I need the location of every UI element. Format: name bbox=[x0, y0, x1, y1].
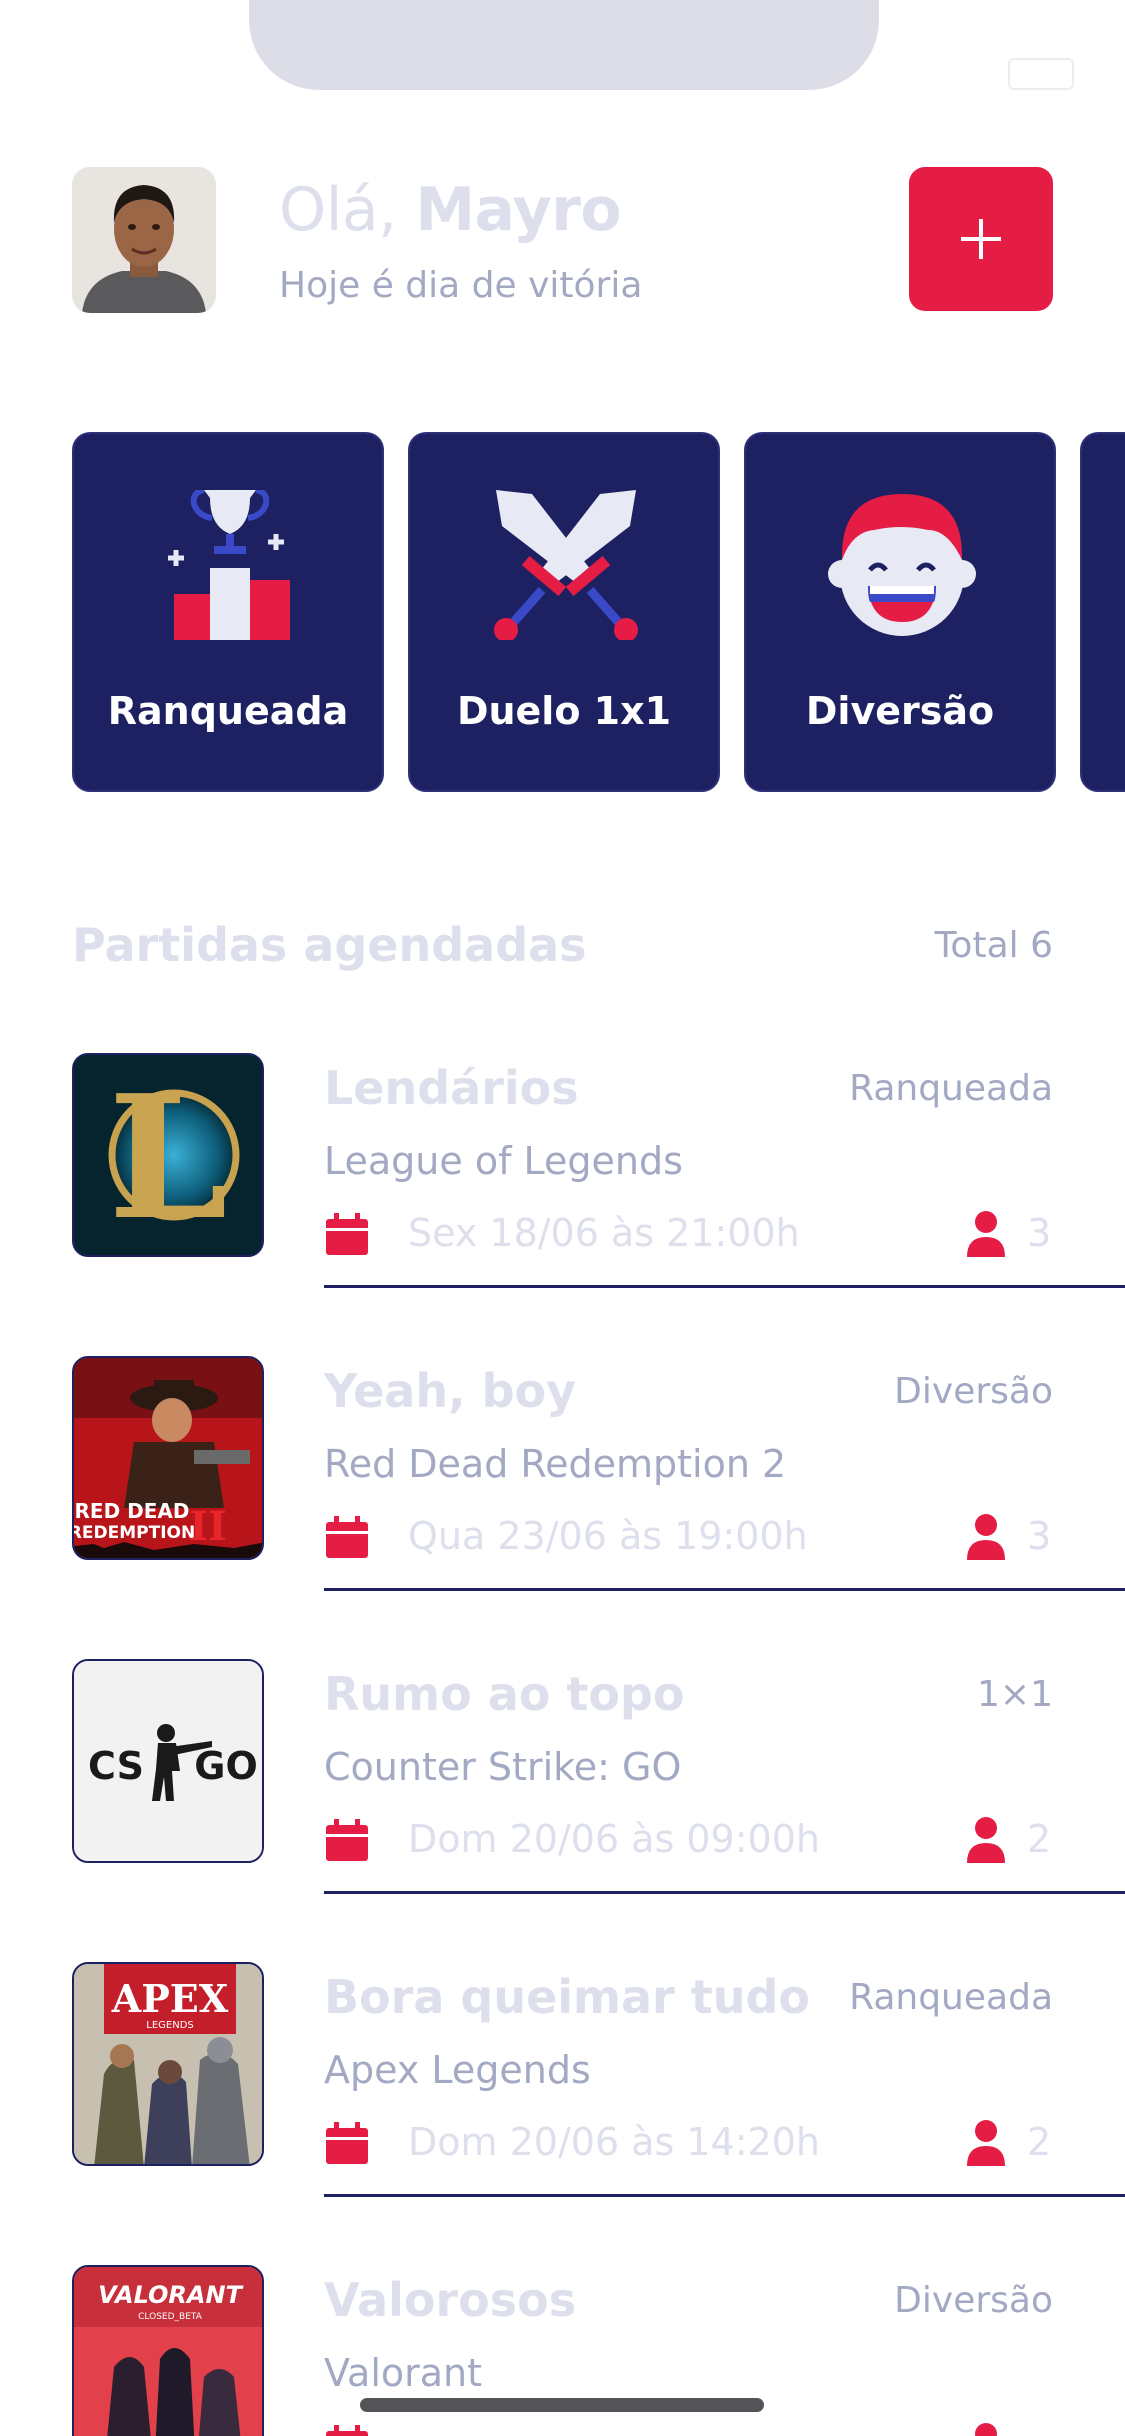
valorant-cover: VALORANT CLOSED_BETA bbox=[74, 2267, 262, 2436]
match-title: Bora queimar tudo bbox=[324, 1970, 810, 2024]
match-game: Valorant bbox=[324, 2351, 483, 2395]
plus-icon bbox=[961, 219, 1001, 259]
avatar-photo bbox=[72, 167, 216, 313]
rdr2-cover: RED DEAD REDEMPTION II bbox=[74, 1358, 262, 1558]
lol-logo: L bbox=[74, 1055, 262, 1257]
match-item[interactable]: APEX LEGENDS Bora queimar tudo Ranqueada… bbox=[72, 1962, 1125, 2212]
greeting-subtitle: Hoje é dia de vitória bbox=[279, 265, 643, 306]
match-title: Yeah, boy bbox=[324, 1364, 577, 1418]
greeting: Olá, Mayro bbox=[279, 175, 622, 245]
match-item[interactable]: RED DEAD REDEMPTION II Yeah, boy Diversã… bbox=[72, 1356, 1125, 1606]
person-icon bbox=[967, 1514, 1005, 1560]
category-label: Duelo 1x1 bbox=[456, 689, 672, 733]
calendar-icon bbox=[326, 1819, 368, 1861]
csgo-logo-right: GO bbox=[194, 1744, 258, 1788]
rdr2-title-top: RED DEAD bbox=[75, 1499, 190, 1523]
match-date: Qua 23/06 às 19:00h bbox=[408, 1514, 808, 1558]
csgo-logo: CS GO bbox=[74, 1661, 262, 1861]
match-date: Sex 18/06 às 21:00h bbox=[408, 1211, 800, 1255]
match-title: Valorosos bbox=[324, 2273, 577, 2327]
person-icon bbox=[967, 2120, 1005, 2166]
category-label: Diversão bbox=[805, 689, 995, 733]
device-notch bbox=[249, 0, 879, 90]
rdr2-title-bottom: REDEMPTION bbox=[74, 1523, 195, 1543]
section-title: Partidas agendadas bbox=[72, 918, 587, 972]
home-indicator[interactable] bbox=[360, 2398, 764, 2412]
person-icon bbox=[967, 1817, 1005, 1863]
match-title: Rumo ao topo bbox=[324, 1667, 685, 1721]
greeting-prefix: Olá, bbox=[279, 175, 416, 245]
podium-trophy-icon bbox=[168, 490, 290, 640]
match-title: Lendários bbox=[324, 1061, 579, 1115]
category-next[interactable] bbox=[1080, 432, 1125, 792]
match-category: 1×1 bbox=[977, 1674, 1053, 1715]
match-category: Diversão bbox=[894, 1371, 1053, 1412]
divider bbox=[324, 1891, 1125, 1894]
category-label: Ranqueada bbox=[107, 689, 349, 733]
valorant-logo-sub: CLOSED_BETA bbox=[138, 2312, 203, 2322]
match-game: Counter Strike: GO bbox=[324, 1745, 682, 1789]
match-players: 3 bbox=[1027, 1211, 1052, 1255]
category-diversao[interactable]: Diversão bbox=[744, 432, 1056, 792]
add-match-button[interactable] bbox=[909, 167, 1053, 311]
match-players: 3 bbox=[1027, 1514, 1052, 1558]
calendar-icon bbox=[326, 1516, 368, 1558]
game-thumbnail-apex: APEX LEGENDS bbox=[72, 1962, 264, 2166]
battery-icon bbox=[1008, 58, 1074, 90]
category-ranqueada[interactable]: Ranqueada bbox=[72, 432, 384, 792]
match-item[interactable]: CS GO Rumo ao topo 1×1 Counter Strike: G… bbox=[72, 1659, 1125, 1909]
match-players: 2 bbox=[1027, 1817, 1052, 1861]
match-category: Diversão bbox=[894, 2280, 1053, 2321]
game-thumbnail-lol: L bbox=[72, 1053, 264, 1257]
match-date: Dom 20/06 às 14:20h bbox=[408, 2120, 820, 2164]
rdr2-numeral: II bbox=[189, 1503, 226, 1550]
avatar[interactable] bbox=[72, 167, 216, 313]
person-icon bbox=[975, 2423, 997, 2436]
person-icon bbox=[967, 1211, 1005, 1257]
header: Olá, Mayro Hoje é dia de vitória bbox=[72, 167, 1053, 313]
calendar-icon bbox=[326, 1213, 368, 1255]
match-category: Ranqueada bbox=[849, 1068, 1053, 1109]
apex-logo-sub: LEGENDS bbox=[146, 2020, 194, 2031]
laughing-face-icon bbox=[828, 494, 976, 636]
category-duelo[interactable]: Duelo 1x1 bbox=[408, 432, 720, 792]
match-players: 2 bbox=[1027, 2120, 1052, 2164]
match-game: Apex Legends bbox=[324, 2048, 591, 2092]
apex-logo: APEX bbox=[111, 1976, 229, 2021]
lol-logo-letter: L bbox=[108, 1058, 228, 1257]
crossed-swords-icon bbox=[494, 490, 638, 640]
match-game: Red Dead Redemption 2 bbox=[324, 1442, 787, 1486]
valorant-logo: VALORANT bbox=[98, 2281, 244, 2309]
section-total: Total 6 bbox=[934, 925, 1053, 966]
match-date: Dom 20/06 às 09:00h bbox=[408, 1817, 820, 1861]
calendar-icon bbox=[326, 2425, 368, 2436]
apex-cover: APEX LEGENDS bbox=[74, 1964, 262, 2164]
match-category: Ranqueada bbox=[849, 1977, 1053, 2018]
csgo-logo-left: CS bbox=[88, 1744, 144, 1788]
divider bbox=[324, 1588, 1125, 1591]
user-name: Mayro bbox=[415, 175, 622, 245]
game-thumbnail-rdr2: RED DEAD REDEMPTION II bbox=[72, 1356, 264, 1560]
match-item[interactable]: L Lendários Ranqueada League of Legends … bbox=[72, 1053, 1125, 1303]
category-list: Ranqueada Duelo 1x1 Diversão bbox=[72, 432, 1125, 792]
game-thumbnail-valorant: VALORANT CLOSED_BETA bbox=[72, 2265, 264, 2436]
calendar-icon bbox=[326, 2122, 368, 2164]
game-thumbnail-csgo: CS GO bbox=[72, 1659, 264, 1863]
divider bbox=[324, 2194, 1125, 2197]
match-game: League of Legends bbox=[324, 1139, 683, 1183]
divider bbox=[324, 1285, 1125, 1288]
